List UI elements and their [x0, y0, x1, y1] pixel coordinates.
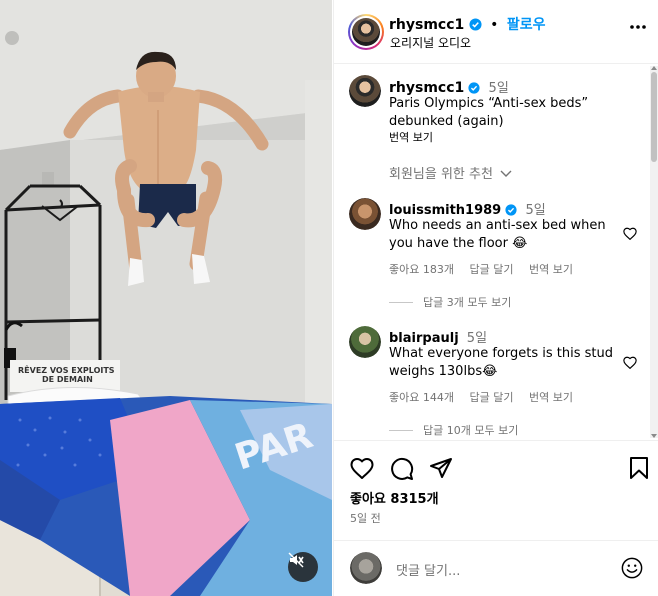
caption-text: Paris Olympics “Anti-sex beds” debunked … — [389, 96, 589, 129]
header-dot: • — [490, 17, 499, 33]
post-actions: 좋아요 8315개 5일 전 — [334, 440, 658, 540]
comment-like-heart-icon[interactable] — [623, 356, 637, 369]
svg-text:DE DEMAIN: DE DEMAIN — [42, 375, 93, 384]
author-avatar[interactable] — [348, 14, 384, 50]
comment-time: 5일 — [525, 203, 546, 218]
comment-meta: 좋아요 144개 답글 달기 번역 보기 — [389, 389, 585, 405]
comment-header: blairpaulj 5일 — [389, 327, 487, 346]
verified-badge-icon — [469, 18, 482, 31]
comments-scrollbar[interactable] — [650, 66, 658, 438]
caption-translate-link[interactable]: 번역 보기 — [389, 129, 433, 145]
comment-icon[interactable] — [390, 457, 414, 481]
comment-username[interactable]: blairpaulj — [389, 331, 459, 346]
comment-like-heart-icon[interactable] — [623, 227, 637, 240]
comment-avatar[interactable] — [349, 198, 381, 230]
comment-username[interactable]: louissmith1989 — [389, 203, 501, 218]
comment-header: louissmith1989 5일 — [389, 199, 546, 218]
likes-count[interactable]: 좋아요 8315개 — [350, 488, 439, 507]
view-replies-link[interactable]: 답글 10개 모두 보기 — [389, 422, 518, 438]
scroll-down-arrow[interactable] — [651, 434, 657, 438]
post-side-panel: rhysmcc1 • 팔로우 오리지널 오디오 rhysmcc1 5일 Pari… — [333, 0, 658, 596]
bookmark-icon[interactable] — [629, 457, 649, 479]
post-date[interactable]: 5일 전 — [350, 510, 381, 526]
post-header: rhysmcc1 • 팔로우 오리지널 오디오 — [334, 0, 658, 64]
chevron-down-icon — [500, 170, 512, 177]
follow-button[interactable]: 팔로우 — [507, 17, 546, 33]
post-media[interactable]: RÊVEZ VOS EXPLOITS DE DEMAIN PAR — [0, 0, 332, 596]
scrollbar-thumb[interactable] — [651, 72, 657, 162]
comment-likes-count[interactable]: 좋아요 183개 — [389, 263, 454, 276]
caption-header: rhysmcc1 5일 — [389, 77, 509, 96]
comment-text: What everyone forgets is this stud weigh… — [389, 346, 613, 379]
heart-icon[interactable] — [350, 457, 374, 479]
audio-label[interactable]: 오리지널 오디오 — [390, 34, 471, 51]
share-icon[interactable] — [429, 457, 453, 479]
emoji-icon[interactable] — [621, 557, 643, 579]
more-options-icon[interactable] — [629, 24, 647, 30]
comment-reply-link[interactable]: 답글 달기 — [469, 391, 513, 404]
header-author-line: rhysmcc1 • 팔로우 — [389, 14, 546, 34]
author-username[interactable]: rhysmcc1 — [389, 17, 464, 33]
recommended-toggle[interactable]: 회원님을 위한 추천 — [389, 163, 512, 182]
comment-reply-link[interactable]: 답글 달기 — [469, 263, 513, 276]
caption-avatar[interactable] — [349, 75, 381, 107]
comment-avatar[interactable] — [349, 326, 381, 358]
post-video-frame: RÊVEZ VOS EXPLOITS DE DEMAIN PAR — [0, 0, 332, 596]
caption-time: 5일 — [488, 81, 509, 96]
verified-badge-icon — [468, 82, 480, 94]
scroll-up-arrow[interactable] — [651, 66, 657, 70]
viewer-avatar — [350, 552, 382, 584]
comment-translate-link[interactable]: 번역 보기 — [529, 263, 573, 276]
comment-time: 5일 — [466, 331, 488, 346]
caption-username[interactable]: rhysmcc1 — [389, 80, 464, 96]
comment-input[interactable]: 댓글 달기... — [396, 560, 460, 579]
comment-composer[interactable]: 댓글 달기... — [334, 540, 658, 596]
comment-text: Who needs an anti-sex bed when you have … — [389, 218, 606, 251]
comments-list[interactable]: rhysmcc1 5일 Paris Olympics “Anti-sex bed… — [334, 65, 658, 440]
mute-button[interactable] — [288, 552, 318, 582]
comment-meta: 좋아요 183개 답글 달기 번역 보기 — [389, 261, 585, 277]
verified-badge-icon — [505, 204, 517, 216]
mute-icon — [288, 552, 304, 568]
comment-likes-count[interactable]: 좋아요 144개 — [389, 391, 454, 404]
view-replies-link[interactable]: 답글 3개 모두 보기 — [389, 294, 511, 310]
comment-translate-link[interactable]: 번역 보기 — [529, 391, 573, 404]
bed-sign-text: RÊVEZ VOS EXPLOITS — [18, 364, 115, 375]
